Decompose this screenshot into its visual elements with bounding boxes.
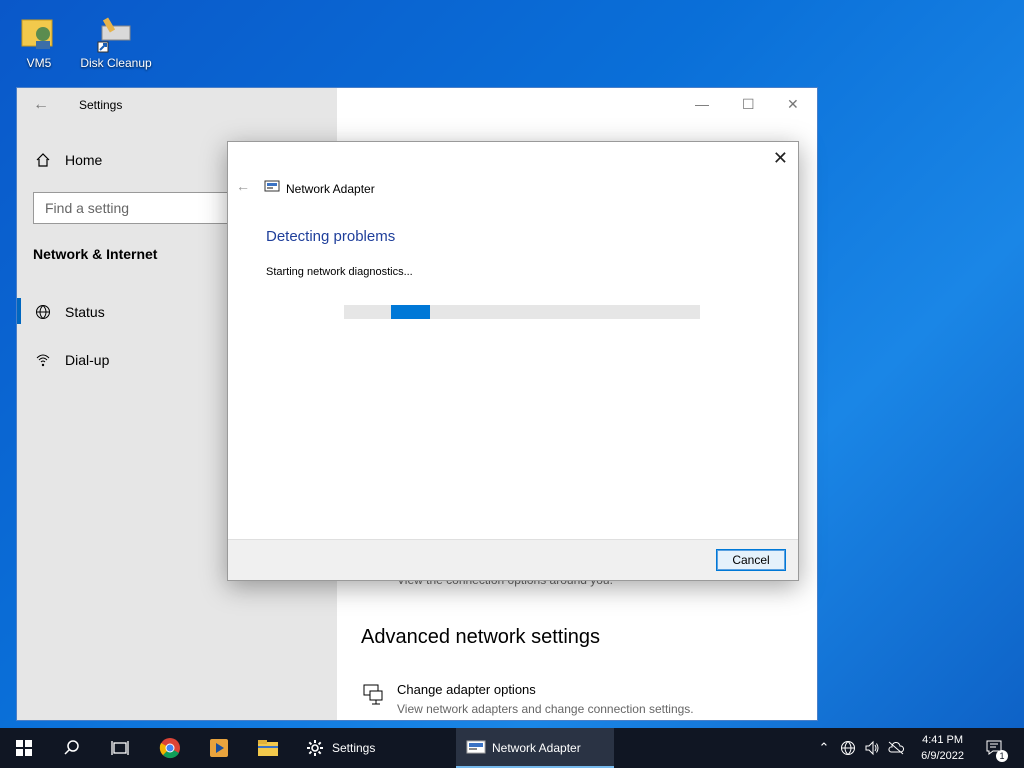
- action-center-icon[interactable]: 1: [980, 728, 1010, 768]
- network-adapter-dialog: ✕ ← Network Adapter Detecting problems S…: [227, 141, 799, 581]
- selected-indicator: [17, 298, 21, 324]
- cancel-button[interactable]: Cancel: [716, 549, 786, 571]
- find-setting-input[interactable]: Find a setting: [33, 192, 243, 224]
- close-window-button[interactable]: ✕: [787, 96, 799, 113]
- gear-icon: [306, 739, 324, 757]
- dialog-header-title: Network Adapter: [286, 181, 375, 196]
- maximize-button[interactable]: ☐: [742, 96, 755, 113]
- taskbar-app-label: Settings: [332, 741, 376, 755]
- desktop-icon-label: Disk Cleanup: [80, 56, 152, 70]
- nav-status[interactable]: Status: [33, 302, 105, 322]
- desktop-icon-disk-cleanup[interactable]: Disk Cleanup: [78, 14, 154, 70]
- dialog-header: Network Adapter: [264, 180, 375, 197]
- minimize-button[interactable]: —: [695, 96, 709, 112]
- nav-home-label: Home: [65, 152, 103, 168]
- desktop-icon-vm5[interactable]: VM5: [1, 14, 77, 70]
- home-icon: [33, 150, 53, 170]
- nav-dial-up[interactable]: Dial-up: [33, 350, 109, 370]
- notification-count-badge: 1: [996, 750, 1008, 762]
- user-folder-icon: [19, 14, 59, 54]
- start-button[interactable]: [0, 728, 48, 768]
- onedrive-offline-icon[interactable]: [886, 728, 906, 768]
- change-adapter-options-link[interactable]: Change adapter options View network adap…: [361, 682, 694, 716]
- desktop-icon-label: VM5: [26, 56, 52, 70]
- dialog-footer: Cancel: [228, 539, 798, 580]
- advanced-settings-title: Advanced network settings: [361, 626, 601, 648]
- chrome-icon[interactable]: [146, 728, 194, 768]
- windows-logo-icon: [16, 740, 32, 756]
- detecting-problems-title: Detecting problems: [266, 228, 396, 245]
- file-explorer-icon[interactable]: [244, 728, 292, 768]
- diagnostics-status-text: Starting network diagnostics...: [266, 266, 413, 278]
- dialog-back-arrow-icon: ←: [236, 178, 250, 194]
- clock-time: 4:41 PM: [922, 734, 964, 746]
- network-adapter-icon: [264, 180, 280, 197]
- network-adapter-icon: [361, 682, 385, 716]
- taskbar-app-settings[interactable]: Settings: [296, 728, 454, 768]
- nav-status-label: Status: [65, 304, 105, 320]
- media-player-icon[interactable]: [195, 728, 243, 768]
- search-icon[interactable]: [48, 728, 96, 768]
- disk-cleanup-icon: [96, 14, 136, 54]
- clock-date: 6/9/2022: [921, 750, 964, 762]
- taskbar-app-label: Network Adapter: [492, 741, 581, 755]
- dialog-close-icon[interactable]: ✕: [773, 148, 788, 169]
- taskbar-app-network-adapter[interactable]: Network Adapter: [456, 728, 614, 768]
- clock[interactable]: 4:41 PM 6/9/2022: [921, 732, 964, 764]
- network-adapter-icon: [466, 740, 486, 756]
- back-arrow-icon[interactable]: ←: [33, 96, 49, 114]
- nav-dial-up-label: Dial-up: [65, 352, 110, 368]
- progress-marquee-chunk: [391, 305, 430, 319]
- network-globe-icon[interactable]: [838, 728, 858, 768]
- taskbar: Settings Network Adapter ⌃ 4:41 PM 6/9/2…: [0, 728, 1024, 768]
- window-title: Settings: [79, 98, 123, 112]
- nav-home[interactable]: Home: [33, 150, 102, 170]
- progress-bar: [344, 305, 700, 319]
- adapter-option-title: Change adapter options: [397, 682, 536, 697]
- chevron-up-icon[interactable]: ⌃: [814, 728, 834, 768]
- section-title: Network & Internet: [33, 246, 158, 262]
- volume-icon[interactable]: [862, 728, 882, 768]
- globe-icon: [33, 302, 53, 322]
- dial-up-icon: [33, 350, 53, 370]
- adapter-option-desc: View network adapters and change connect…: [397, 702, 694, 716]
- task-view-icon[interactable]: [96, 728, 144, 768]
